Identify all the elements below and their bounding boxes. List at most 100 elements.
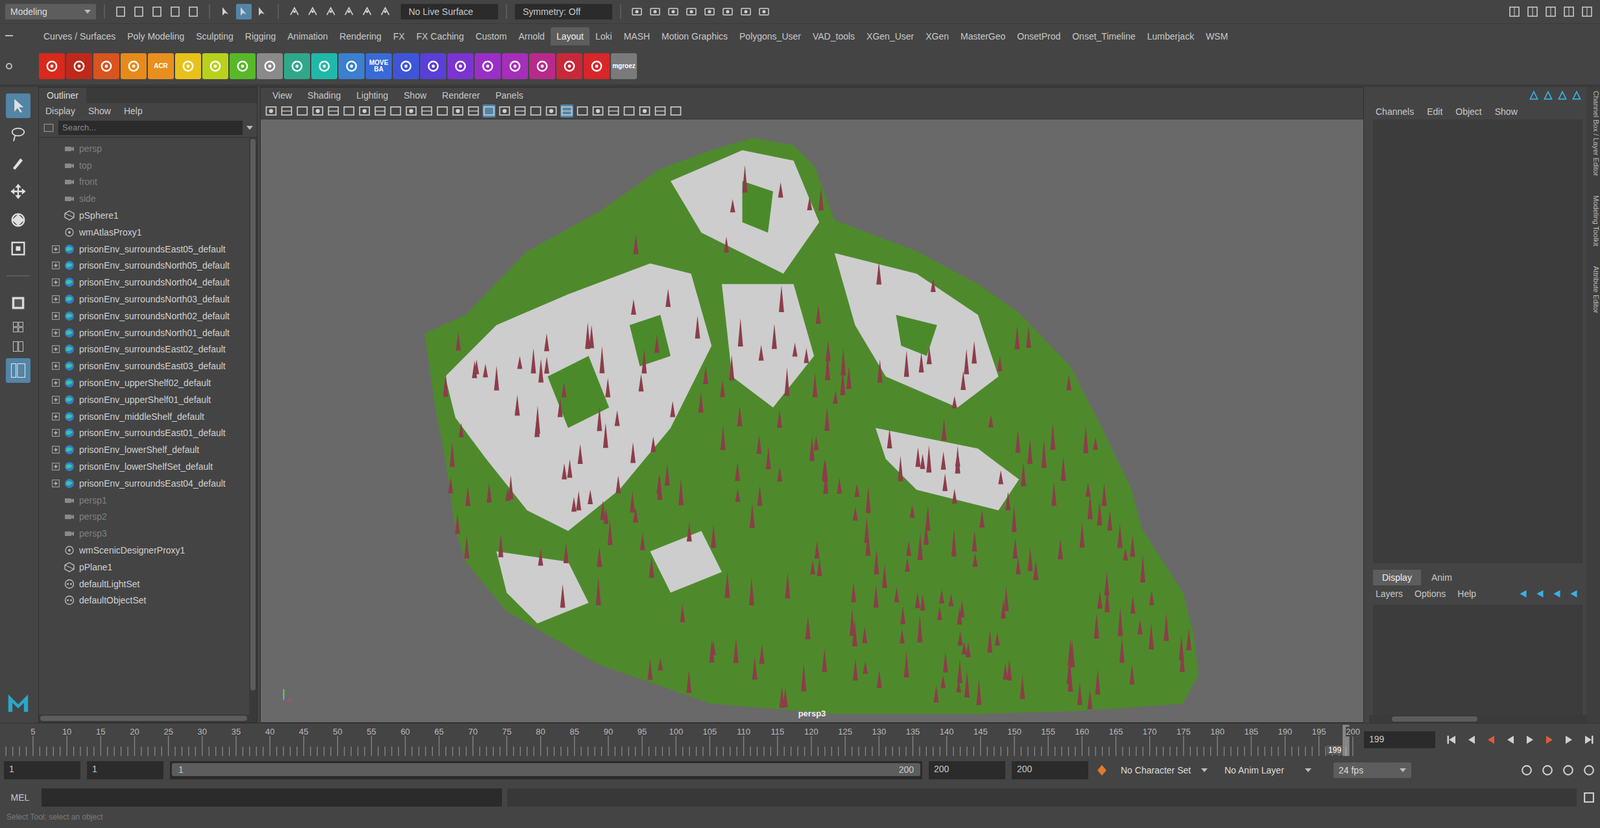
shelf-button[interactable]: [202, 53, 229, 80]
outliner-item[interactable]: prisonEnv_upperShelf02_default: [38, 374, 250, 392]
outliner-item[interactable]: top: [38, 156, 250, 174]
save-icon[interactable]: [149, 3, 165, 20]
isolate-icon[interactable]: [607, 104, 621, 118]
render-frame-icon[interactable]: [647, 3, 663, 20]
shelf-button[interactable]: [583, 53, 610, 80]
menu-item[interactable]: Edit: [1426, 106, 1443, 117]
go-end-icon[interactable]: [1581, 732, 1595, 746]
expand-icon[interactable]: [51, 245, 60, 253]
shelf-tab[interactable]: Sculpting: [190, 27, 240, 46]
character-set-dropdown[interactable]: No Character Set: [1115, 762, 1213, 778]
outliner-item[interactable]: prisonEnv_upperShelf01_default: [38, 391, 250, 408]
select-object-icon[interactable]: [236, 3, 252, 20]
outliner-item[interactable]: wmScenicDesignerProxy1: [38, 541, 250, 559]
camera-select-icon[interactable]: [264, 104, 278, 118]
playback-end-field[interactable]: 200: [928, 760, 1006, 779]
render-settings-icon[interactable]: [683, 3, 700, 20]
new-layer-selected-icon[interactable]: [1551, 587, 1564, 600]
outliner-item[interactable]: persp3: [38, 524, 250, 542]
shelf-tab[interactable]: XGen_User: [860, 27, 920, 46]
shelf-button[interactable]: [256, 53, 283, 80]
two-view-icon[interactable]: [5, 338, 31, 355]
menu-item[interactable]: Show: [1494, 106, 1518, 117]
expand-icon[interactable]: [51, 412, 60, 421]
layer-tab[interactable]: Anim: [1422, 569, 1462, 586]
move-layer-up-icon[interactable]: [1517, 587, 1530, 600]
command-input[interactable]: [41, 788, 502, 807]
outliner-item[interactable]: pPlane1: [38, 558, 250, 576]
shelf-tab[interactable]: MASH: [618, 27, 656, 46]
safe-title-icon[interactable]: [451, 104, 465, 118]
auto-key-icon[interactable]: [1094, 762, 1110, 777]
shelf-tab[interactable]: XGen: [919, 27, 955, 46]
play-back-icon[interactable]: [1504, 732, 1517, 746]
sign-in-icon[interactable]: [1524, 3, 1541, 20]
select-tool-icon[interactable]: [5, 93, 31, 119]
end-time-field[interactable]: 200: [1011, 760, 1089, 779]
all-lights-icon[interactable]: [529, 104, 543, 118]
side-tab[interactable]: Modeling Toolkit: [1586, 195, 1600, 247]
shelf-tab[interactable]: Lumberjack: [1141, 27, 1200, 46]
render-view-icon[interactable]: [719, 3, 736, 20]
gate-mask-icon[interactable]: [404, 104, 418, 118]
menu-item[interactable]: Show: [404, 90, 427, 101]
shelf-button[interactable]: [501, 53, 528, 80]
menu-item[interactable]: Renderer: [442, 90, 480, 101]
step-forward-key-icon[interactable]: [1562, 732, 1576, 746]
safe-action-icon[interactable]: [435, 104, 449, 118]
single-view-icon[interactable]: [5, 290, 31, 316]
shelf-button[interactable]: [120, 53, 147, 80]
xray-active-icon[interactable]: [653, 104, 667, 118]
shelf-tab[interactable]: VAD_tools: [806, 27, 861, 46]
menu-item[interactable]: Show: [88, 105, 111, 117]
screen-ao-icon[interactable]: [560, 104, 574, 118]
shelf-button[interactable]: [93, 53, 120, 80]
shelf-tab[interactable]: OnsetProd: [1011, 27, 1067, 46]
shelf-tab[interactable]: Rigging: [239, 27, 282, 46]
outliner-item[interactable]: persp2: [38, 508, 250, 526]
scroll-thumb[interactable]: [40, 715, 248, 721]
prefs-icon[interactable]: [1581, 762, 1597, 777]
mode-dropdown[interactable]: Modeling: [5, 3, 96, 20]
shelf-button[interactable]: [311, 53, 338, 80]
expand-icon[interactable]: [51, 311, 60, 320]
search-field[interactable]: Search...: [58, 120, 243, 135]
shelf-tab[interactable]: Layout: [550, 27, 590, 46]
wireframe-icon[interactable]: [466, 104, 480, 118]
show-channel-box-icon[interactable]: [1528, 89, 1540, 102]
pause-viewport-icon[interactable]: [756, 3, 772, 20]
shelf-menu-icon[interactable]: [3, 31, 15, 42]
loop-icon[interactable]: [1519, 762, 1534, 777]
shelf-tab[interactable]: Onset_Timeline: [1066, 27, 1142, 46]
grease-pencil-icon[interactable]: [342, 104, 356, 118]
shelf-tab[interactable]: WSM: [1199, 27, 1234, 46]
shelf-button[interactable]: [284, 53, 311, 80]
step-back-icon[interactable]: [1484, 732, 1498, 746]
camera-attr-icon[interactable]: [280, 104, 294, 118]
shelf-button[interactable]: mgroez: [610, 53, 637, 80]
outliner-item[interactable]: prisonEnv_surroundsEast05_default: [38, 240, 250, 258]
filter-icon[interactable]: [42, 121, 55, 134]
outliner-item[interactable]: defaultObjectSet: [38, 592, 250, 609]
four-view-icon[interactable]: [5, 319, 31, 335]
move-tool-icon[interactable]: [5, 179, 31, 204]
shelf-tab[interactable]: Motion Graphics: [655, 27, 734, 46]
live-surface-field[interactable]: No Live Surface: [400, 3, 499, 20]
redo-icon[interactable]: [185, 3, 202, 20]
script-editor-icon[interactable]: [1581, 789, 1597, 805]
shelf-button[interactable]: [175, 53, 202, 80]
layer-hscrollbar[interactable]: [1369, 714, 1587, 723]
viewport-canvas[interactable]: persp3: [260, 119, 1364, 722]
shelf-button[interactable]: [474, 53, 501, 80]
shelf-tab[interactable]: Poly Modeling: [121, 27, 191, 46]
shelf-button[interactable]: [420, 53, 447, 80]
range-thumb[interactable]: 1200: [171, 762, 921, 776]
outliner-item[interactable]: prisonEnv_surroundsEast01_default: [38, 424, 250, 442]
new-layer-icon[interactable]: [1568, 587, 1580, 600]
menu-item[interactable]: Panels: [495, 90, 524, 101]
outliner-item[interactable]: persp1: [38, 491, 250, 509]
lasso-tool-icon[interactable]: [5, 121, 31, 147]
play-forward-icon[interactable]: [1523, 732, 1537, 746]
ipr-render-icon[interactable]: [665, 3, 681, 20]
outliner-item[interactable]: prisonEnv_surroundsEast02_default: [38, 341, 250, 359]
